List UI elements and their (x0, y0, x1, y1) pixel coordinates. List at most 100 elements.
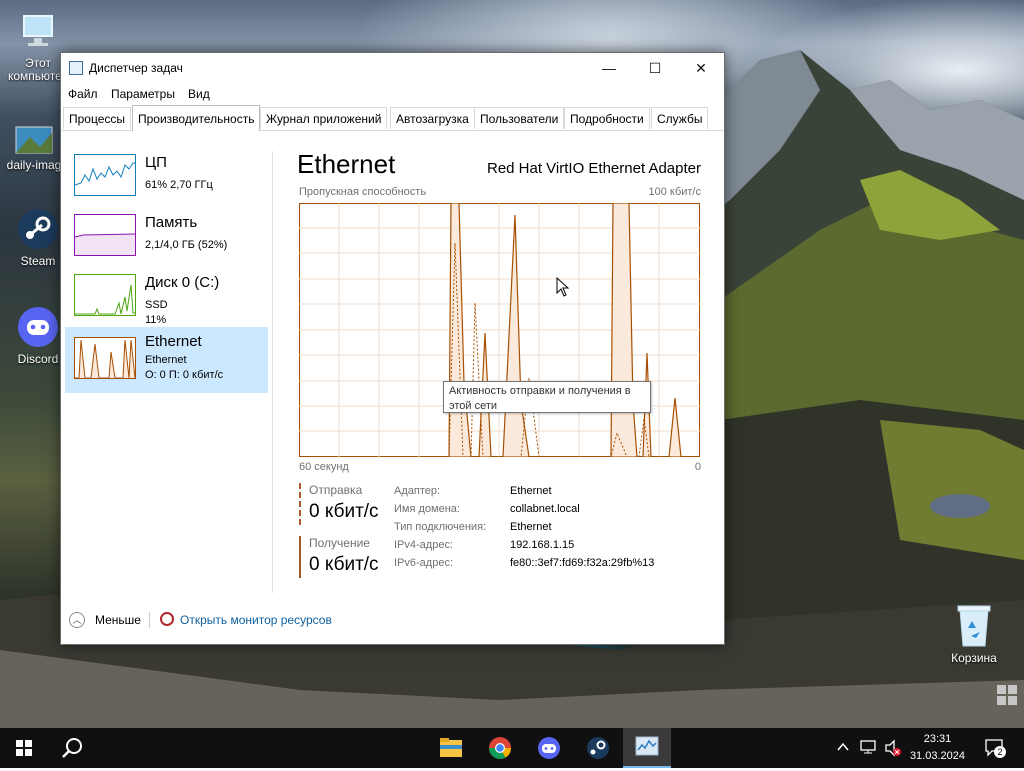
desktop-icon-label: daily-imag (6, 158, 62, 172)
throughput-label: Пропускная способность (299, 186, 427, 198)
desktop-icon-this-pc[interactable]: Этот компьютер (8, 10, 69, 83)
menu-file[interactable]: Файл (68, 87, 98, 101)
clock[interactable]: 23:31 31.03.2024 (910, 731, 965, 765)
prop-domain-label: Имя домена: (394, 503, 460, 515)
steam-icon (18, 209, 58, 249)
prop-connection-type-value: Ethernet (510, 521, 552, 533)
panel-divider[interactable] (272, 151, 273, 593)
receive-label: Получение (309, 536, 370, 550)
sidebar-item-detail: Ethernet (145, 354, 187, 366)
sidebar-item-detail: 61% 2,70 ГГц (145, 179, 213, 191)
sidebar-item-detail: 2,1/4,0 ГБ (52%) (145, 239, 228, 251)
discord-icon (538, 737, 560, 759)
menu-view[interactable]: Вид (188, 87, 210, 101)
taskbar-chrome[interactable] (476, 728, 524, 768)
tab-strip: Процессы Производительность Журнал прило… (61, 105, 724, 131)
throughput-graph (299, 203, 700, 457)
desktop-icon-label: Discord (17, 352, 59, 366)
recycle-bin-icon (957, 605, 991, 647)
sidebar-item-disk[interactable]: Диск 0 (C:) SSD 11% (65, 268, 268, 328)
sidebar-item-label: ЦП (145, 154, 167, 171)
tab-details[interactable]: Подробности (564, 107, 650, 129)
desktop-icon-steam[interactable]: Steam (8, 207, 68, 268)
maximize-button[interactable]: ☐ (632, 53, 678, 83)
start-button[interactable] (0, 728, 48, 768)
clock-date: 31.03.2024 (909, 750, 965, 762)
search-button[interactable] (48, 728, 96, 768)
search-icon (62, 738, 82, 758)
disk-thumbnail-graph (74, 274, 136, 316)
taskbar-steam[interactable] (574, 728, 622, 768)
title-bar[interactable]: Диспетчер задач — ☐ ✕ (61, 53, 724, 83)
computer-icon (23, 15, 53, 46)
volume-muted-icon[interactable] (884, 739, 902, 757)
performance-sidebar: ЦП 61% 2,70 ГГц Память 2,1/4,0 ГБ (52%) … (61, 131, 271, 591)
open-resource-monitor-label: Открыть монитор ресурсов (180, 613, 332, 627)
menu-options[interactable]: Параметры (111, 87, 175, 101)
desktop-icon-label: Steam (20, 254, 56, 268)
taskbar: 23:31 31.03.2024 2 (0, 728, 1024, 768)
notifications-button[interactable]: 2 (984, 737, 1006, 759)
sidebar-item-detail: SSD (145, 299, 168, 311)
adapter-name: Red Hat VirtIO Ethernet Adapter (486, 160, 701, 177)
taskbar-task-manager[interactable] (623, 728, 671, 768)
prop-ipv4-label: IPv4-адрес: (394, 539, 454, 551)
time-axis-end: 0 (694, 461, 701, 473)
clock-time: 23:31 (923, 733, 952, 745)
sidebar-item-label: Диск 0 (C:) (145, 274, 220, 291)
desktop-icon-recycle-bin[interactable]: Корзина (944, 602, 1004, 665)
tab-startup[interactable]: Автозагрузка (390, 107, 475, 129)
prop-ipv4-value: 192.168.1.15 (510, 539, 575, 551)
network-icon[interactable] (860, 739, 878, 755)
sidebar-item-detail-2: О: 0 П: 0 кбит/с (145, 369, 224, 381)
tab-processes[interactable]: Процессы (63, 107, 132, 129)
windows-tiles-icon (997, 685, 1017, 705)
sidebar-item-detail-2: 11% (145, 314, 167, 326)
tab-services[interactable]: Службы (651, 107, 709, 129)
resource-monitor-icon (160, 612, 174, 626)
prop-ipv6-label: IPv6-адрес: (394, 557, 454, 569)
sidebar-item-cpu[interactable]: ЦП 61% 2,70 ГГц (65, 148, 268, 208)
fewer-details-label: Меньше (95, 613, 141, 627)
close-button[interactable]: ✕ (678, 53, 724, 83)
sidebar-item-ethernet[interactable]: Ethernet Ethernet О: 0 П: 0 кбит/с (65, 327, 268, 393)
desktop-icon-daily-image[interactable]: daily-imag (4, 125, 64, 172)
steam-icon (587, 737, 609, 759)
time-axis-start: 60 секунд (299, 461, 349, 473)
desktop-icon-label: Этот компьютер (8, 56, 69, 83)
prop-connection-type-label: Тип подключения: (394, 521, 487, 533)
sidebar-item-memory[interactable]: Память 2,1/4,0 ГБ (52%) (65, 208, 268, 268)
desktop-icon-label: Корзина (951, 651, 997, 665)
windows-start-icon (16, 740, 32, 756)
prop-ipv6-value: fe80::3ef7:fd69:f32a:29fb%13 (510, 557, 655, 569)
send-label: Отправка (309, 483, 363, 497)
ethernet-thumbnail-graph (74, 337, 136, 379)
task-manager-app-icon (69, 61, 83, 75)
mouse-cursor-icon (556, 277, 570, 297)
chrome-icon (489, 737, 511, 759)
taskbar-file-explorer[interactable] (427, 728, 475, 768)
receive-stat: Получение 0 кбит/с (299, 536, 379, 578)
cpu-thumbnail-graph (74, 154, 136, 196)
throughput-max-label: 100 кбит/с (648, 186, 701, 198)
window-title: Диспетчер задач (89, 61, 183, 75)
prop-adapter-value: Ethernet (510, 485, 552, 497)
desktop-icon-discord[interactable]: Discord (8, 305, 68, 366)
tab-performance[interactable]: Производительность (132, 105, 261, 131)
prop-domain-value: collabnet.local (510, 503, 580, 515)
send-value: 0 кбит/с (309, 501, 379, 522)
detail-title: Ethernet (297, 149, 396, 179)
tab-users[interactable]: Пользователи (474, 107, 565, 129)
image-file-icon (15, 126, 53, 154)
task-manager-window: Диспетчер задач — ☐ ✕ Файл Параметры Вид… (60, 52, 725, 645)
discord-icon (18, 307, 58, 347)
file-explorer-icon (440, 738, 462, 757)
show-hidden-icons-chevron-icon[interactable] (836, 740, 850, 754)
sidebar-item-label: Память (145, 214, 198, 231)
receive-value: 0 кбит/с (309, 554, 379, 575)
taskbar-discord[interactable] (525, 728, 573, 768)
tab-app-history[interactable]: Журнал приложений (260, 107, 388, 129)
minimize-button[interactable]: — (586, 53, 632, 83)
sidebar-item-label: Ethernet (145, 333, 202, 350)
notification-count-badge: 2 (994, 746, 1006, 758)
